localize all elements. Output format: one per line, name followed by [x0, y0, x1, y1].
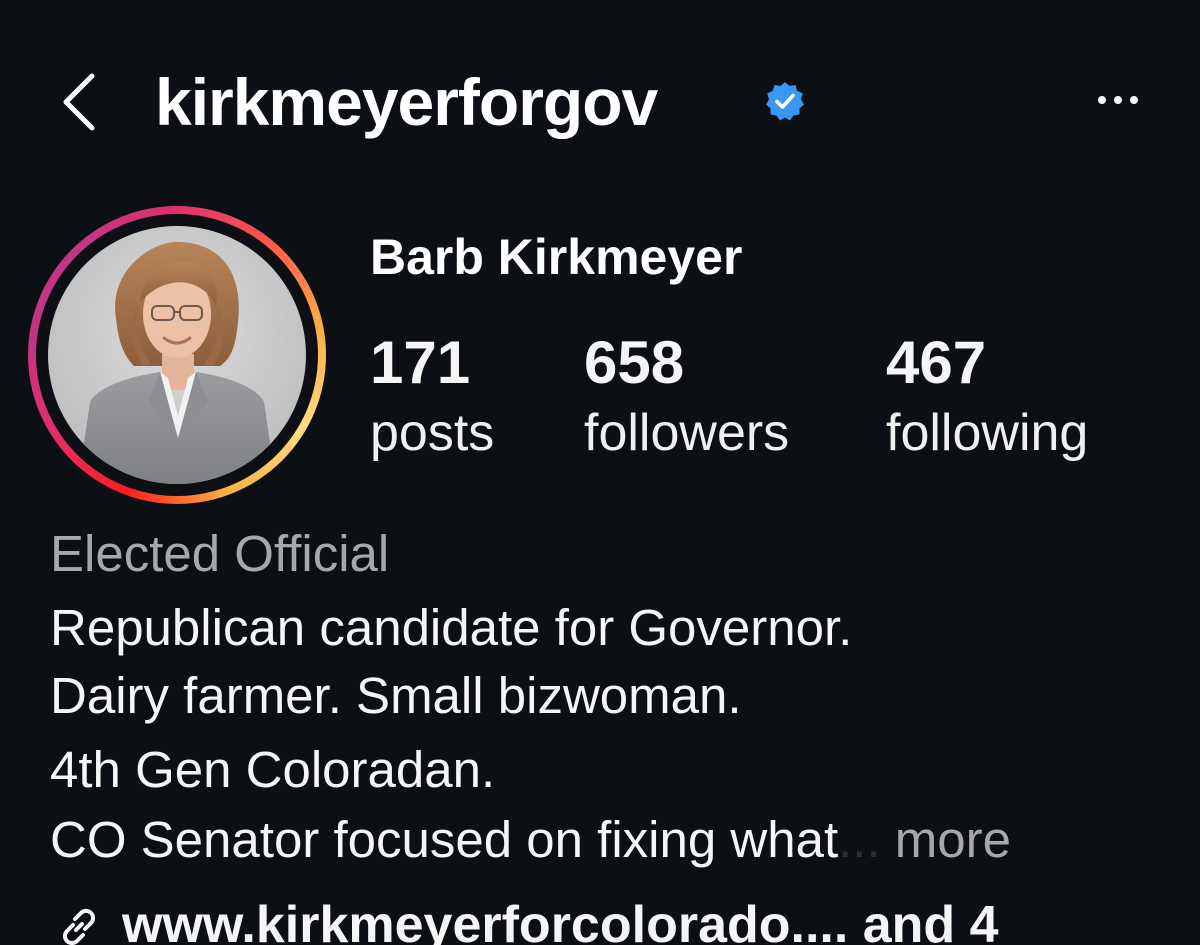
following-stat[interactable]: 467 following — [886, 330, 1088, 470]
bio-line-truncated: CO Senator focused on fixing what... mor… — [50, 806, 1011, 874]
posts-stat[interactable]: 171 posts — [370, 330, 494, 470]
avatar[interactable] — [48, 226, 306, 484]
username-title: kirkmeyerforgov — [155, 65, 658, 139]
more-options-button[interactable] — [1088, 78, 1148, 122]
bio-link-text[interactable]: www.kirkmeyerforcolorado.... and 4 — [122, 890, 999, 945]
following-count: 467 — [886, 329, 987, 396]
followers-stat[interactable]: 658 followers — [584, 330, 789, 470]
bio-line: 4th Gen Coloradan. — [50, 741, 496, 798]
profile-photo-image — [48, 226, 306, 484]
more-horizontal-icon — [1098, 96, 1138, 104]
bio-line: Dairy farmer. Small bizwoman. — [50, 667, 742, 724]
back-button[interactable] — [52, 62, 116, 142]
following-label: following — [886, 404, 1089, 462]
profile-category: Elected Official — [50, 525, 390, 582]
truncation-ellipsis: ... — [838, 811, 881, 868]
bio-line-text: CO Senator focused on fixing what — [50, 811, 839, 868]
bio-line: Republican candidate for Governor. — [50, 599, 853, 656]
link-icon — [56, 904, 102, 945]
followers-count: 658 — [584, 329, 685, 396]
followers-label: followers — [584, 404, 790, 462]
posts-label: posts — [370, 404, 495, 462]
verified-badge-icon — [764, 80, 806, 122]
profile-page: kirkmeyerforgov Barb Kirkmeyer 171 posts… — [0, 0, 1200, 945]
display-name: Barb Kirkmeyer — [370, 229, 743, 285]
bio-more-link[interactable]: more — [895, 811, 1011, 868]
chevron-left-icon — [63, 73, 95, 131]
posts-count: 171 — [370, 329, 471, 396]
story-ring[interactable] — [28, 206, 326, 504]
